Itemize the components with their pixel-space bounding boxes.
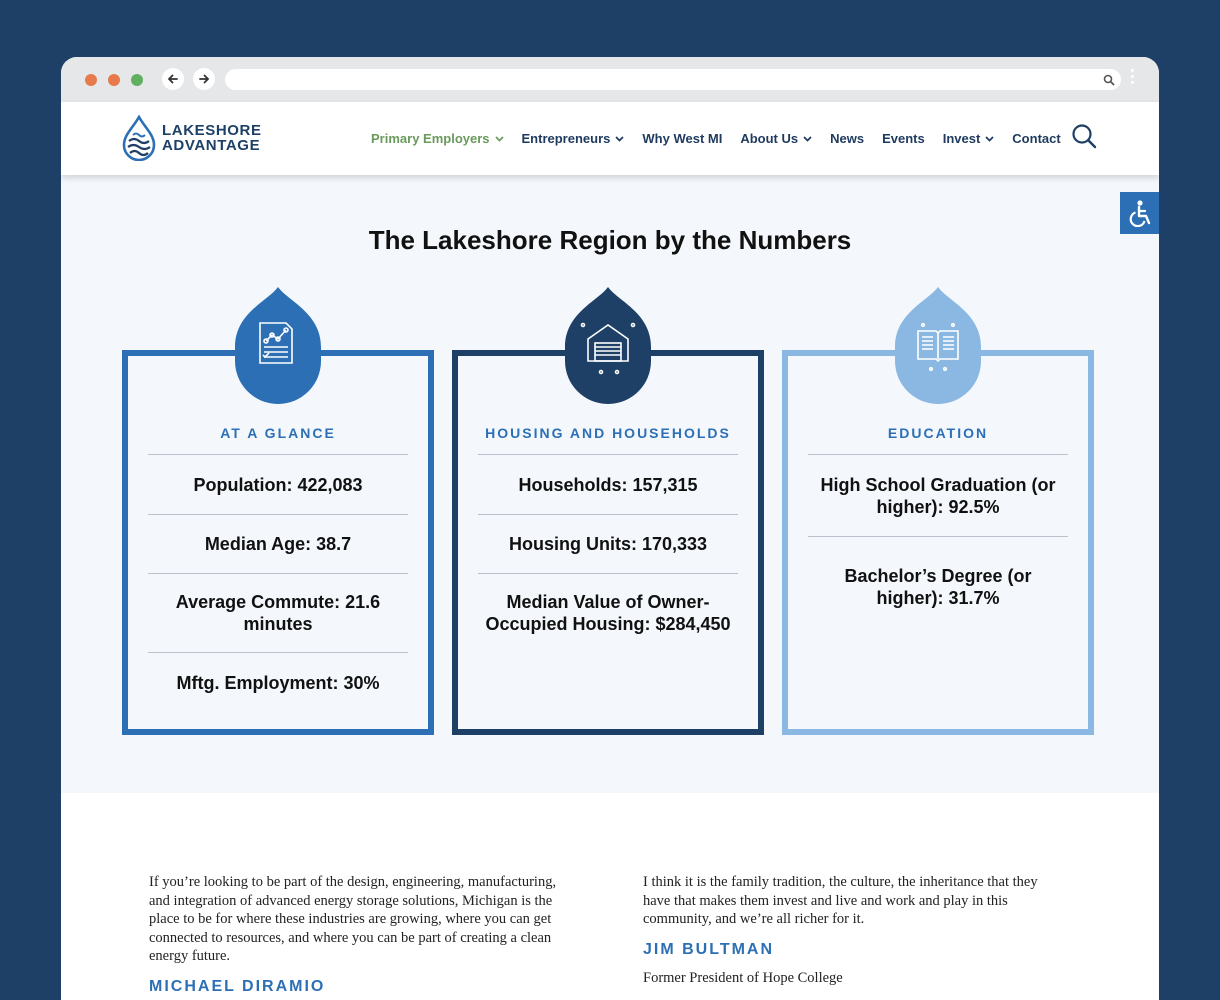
back-button[interactable] bbox=[162, 68, 184, 90]
stat-item: High School Graduation (or higher): 92.5… bbox=[808, 454, 1068, 536]
nav-label: Primary Employers bbox=[371, 131, 490, 146]
house-icon bbox=[565, 287, 651, 404]
stat-card-1: HOUSING AND HOUSEHOLDS Households: 157,31… bbox=[452, 350, 764, 735]
nav-label: Events bbox=[882, 131, 925, 146]
stat-card-title: AT A GLANCE bbox=[220, 425, 336, 441]
minimize-window-dot[interactable] bbox=[108, 74, 120, 86]
accessibility-button[interactable] bbox=[1120, 192, 1159, 234]
stat-list: High School Graduation (or higher): 92.5… bbox=[808, 454, 1068, 636]
chevron-down-icon bbox=[494, 135, 504, 142]
nav-item-why-west-mi[interactable]: Why West MI bbox=[642, 131, 722, 146]
stat-card-title: EDUCATION bbox=[887, 425, 989, 441]
testimonial-role: Former President of Hope College bbox=[643, 970, 843, 986]
browser-menu-icon[interactable] bbox=[1131, 69, 1135, 87]
stat-card-2: EDUCATION High School Graduation (or high… bbox=[782, 350, 1094, 735]
stat-item: Population: 422,083 bbox=[148, 454, 408, 514]
stat-item: Bachelor’s Degree (or higher): 31.7% bbox=[808, 536, 1068, 636]
nav-label: News bbox=[830, 131, 865, 146]
nav-item-entrepreneurs[interactable]: Entrepreneurs bbox=[522, 131, 625, 146]
lakeshore-drop-logo-icon bbox=[122, 115, 156, 161]
maximize-window-dot[interactable] bbox=[131, 74, 143, 86]
stat-item: Average Commute: 21.6 minutes bbox=[148, 573, 408, 652]
arrow-left-icon bbox=[167, 74, 178, 84]
logo-line2: ADVANTAGE bbox=[162, 137, 261, 154]
stat-card-title: HOUSING AND HOUSEHOLDS bbox=[485, 425, 731, 441]
url-bar[interactable] bbox=[225, 69, 1121, 90]
site-header: LAKESHORE ADVANTAGE Primary Employers Ent… bbox=[61, 102, 1159, 175]
nav-label: About Us bbox=[740, 131, 799, 146]
stat-item: Mftg. Employment: 30% bbox=[148, 652, 408, 712]
nav-item-invest[interactable]: Invest bbox=[943, 131, 995, 146]
stat-card-drop bbox=[893, 285, 983, 407]
stat-card-0: AT A GLANCE Population: 422,083 Median Age… bbox=[122, 350, 434, 735]
search-icon[interactable] bbox=[1103, 74, 1115, 86]
stat-item: Households: 157,315 bbox=[478, 454, 738, 514]
close-window-dot[interactable] bbox=[85, 74, 97, 86]
logo[interactable]: LAKESHORE ADVANTAGE bbox=[122, 115, 262, 161]
browser-toolbar bbox=[61, 57, 1159, 102]
chevron-down-icon bbox=[803, 135, 812, 142]
report-chart-icon bbox=[235, 287, 321, 404]
nav-label: Contact bbox=[1012, 131, 1061, 146]
stats-title: The Lakeshore Region by the Numbers bbox=[368, 225, 852, 255]
stat-list: Households: 157,315 Housing Units: 170,33… bbox=[478, 454, 738, 652]
main-nav: Primary Employers Entrepreneurs Why West M… bbox=[371, 131, 1079, 146]
forward-button[interactable] bbox=[193, 68, 215, 90]
nav-label: Invest bbox=[942, 131, 981, 146]
testimonial-1: If you’re looking to be part of the desi… bbox=[149, 873, 564, 996]
nav-label: Entrepreneurs bbox=[521, 131, 611, 146]
testimonial-text: I think it is the family tradition, the … bbox=[643, 874, 1038, 927]
stat-card-drop bbox=[233, 285, 323, 407]
arrow-right-icon bbox=[199, 74, 210, 84]
nav-label: Why West MI bbox=[642, 131, 723, 146]
stat-item: Housing Units: 170,333 bbox=[478, 514, 738, 573]
chevron-down-icon bbox=[985, 135, 994, 142]
testimonials-section: If you’re looking to be part of the desi… bbox=[61, 793, 1159, 1000]
nav-item-primary-employers[interactable]: Primary Employers bbox=[371, 131, 504, 146]
browser-window: LAKESHORE ADVANTAGE Primary Employers Ent… bbox=[61, 57, 1159, 1000]
testimonial-2: I think it is the family tradition, the … bbox=[643, 873, 1068, 988]
book-icon bbox=[895, 287, 981, 404]
testimonial-author: JIM BULTMAN bbox=[643, 940, 775, 958]
stat-item: Median Value of Owner-Occupied Housing: … bbox=[478, 573, 738, 652]
stat-card-drop bbox=[563, 285, 653, 407]
site-search-icon[interactable] bbox=[1071, 123, 1097, 149]
accessibility-icon bbox=[1129, 200, 1150, 227]
nav-item-events[interactable]: Events bbox=[882, 131, 925, 146]
testimonial-author: MICHAEL DIRAMIO bbox=[149, 977, 326, 995]
nav-item-news[interactable]: News bbox=[830, 131, 864, 146]
logo-line1: LAKESHORE bbox=[162, 122, 262, 139]
testimonial-text: If you’re looking to be part of the desi… bbox=[149, 874, 557, 964]
nav-item-about-us[interactable]: About Us bbox=[740, 131, 812, 146]
nav-item-contact[interactable]: Contact bbox=[1012, 131, 1060, 146]
chevron-down-icon bbox=[615, 135, 624, 142]
stat-list: Population: 422,083 Median Age: 38.7 Avera… bbox=[148, 454, 408, 712]
stats-section: The Lakeshore Region by the Numbers AT A… bbox=[61, 175, 1159, 793]
stat-item: Median Age: 38.7 bbox=[148, 514, 408, 573]
